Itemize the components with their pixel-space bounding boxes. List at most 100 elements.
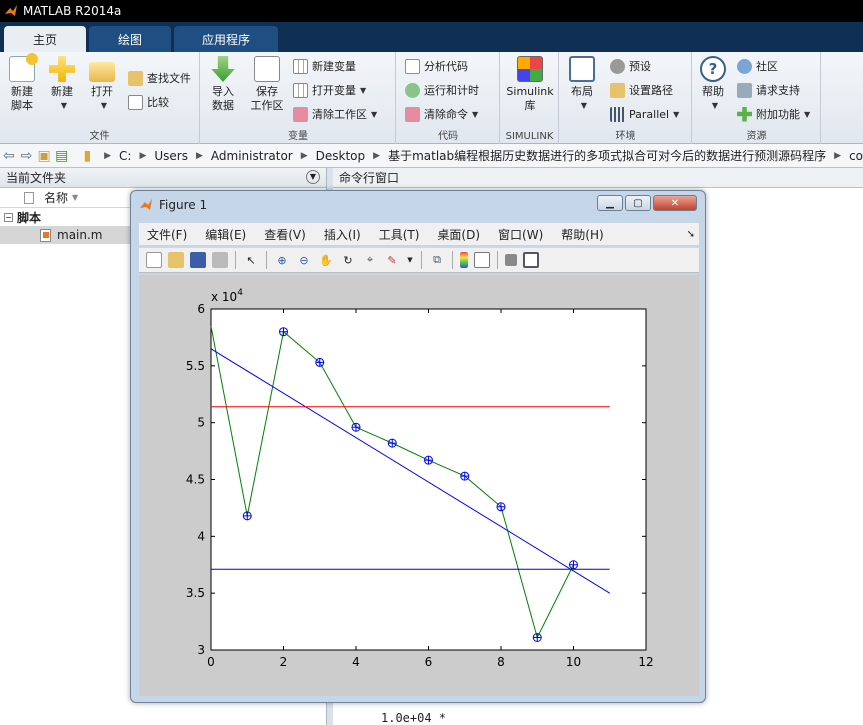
open-button[interactable]: 打开 ▼ (82, 56, 122, 113)
toolbar-divider (452, 251, 453, 269)
open-variable-button[interactable]: 打开变量 ▼ (293, 80, 366, 100)
menu-help[interactable]: 帮助(H) (561, 226, 603, 243)
parallel-button[interactable]: Parallel ▼ (610, 104, 679, 124)
plot-area[interactable]: 0 2 4 6 8 10 1233.544.555.56 x 104 (139, 275, 699, 696)
breadcrumb-item[interactable]: 基于matlab编程根据历史数据进行的多项式拟合可对今后的数据进行预测源码程序 (388, 147, 826, 164)
breadcrumb-item[interactable]: co (849, 149, 863, 163)
y-axis-exponent-label: x 104 (211, 288, 243, 304)
breadcrumb-item[interactable]: Administrator (211, 149, 293, 163)
simulink-library-button[interactable]: Simulink 库 (503, 56, 557, 113)
chevron-down-icon: ▼ (472, 109, 479, 119)
y-tick-label: 5 (197, 416, 205, 430)
new-variable-button[interactable]: 新建变量 (293, 56, 356, 76)
colorbar-icon[interactable] (460, 252, 468, 268)
y-tick-label: 3 (197, 643, 205, 657)
new-figure-icon[interactable] (146, 252, 162, 268)
breadcrumb-item[interactable]: Desktop (316, 149, 366, 163)
zoom-out-icon[interactable]: ⊖ (296, 252, 312, 268)
forward-arrow-icon[interactable]: ⇨ (18, 148, 36, 164)
toolbar-divider (235, 251, 236, 269)
request-support-button[interactable]: 请求支持 (737, 80, 800, 100)
chevron-right-icon: ▶ (139, 150, 147, 161)
up-folder-icon[interactable]: ▣ (35, 148, 53, 164)
menu-view[interactable]: 查看(V) (264, 226, 306, 243)
group-variable-label: 变量 (288, 131, 308, 142)
compare-label: 比较 (147, 96, 169, 109)
preferences-button[interactable]: 预设 (610, 56, 651, 76)
save-workspace-button[interactable]: 保存 工作区 (245, 56, 289, 113)
current-folder-title-bar: 当前文件夹 ▼ (0, 168, 326, 188)
menu-edit[interactable]: 编辑(E) (205, 226, 246, 243)
x-tick-label: 0 (207, 655, 215, 669)
browse-folder-icon[interactable]: ▤ (53, 148, 71, 164)
rotate-3d-icon[interactable]: ↻ (340, 252, 356, 268)
menu-tools[interactable]: 工具(T) (379, 226, 420, 243)
community-icon (737, 58, 752, 74)
collapse-icon[interactable]: − (4, 212, 13, 222)
app-title: MATLAB R2014a (23, 4, 122, 18)
breadcrumb-item[interactable]: C: (119, 149, 131, 163)
menu-file[interactable]: 文件(F) (147, 226, 187, 243)
folder-icon (89, 62, 115, 82)
data-point-marker (279, 327, 288, 337)
grid-icon (293, 82, 308, 98)
group-file: 新建 脚本 新建 ▼ 打开 ▼ 查找文件 比较 文件 (0, 52, 200, 144)
menu-desktop[interactable]: 桌面(D) (437, 226, 480, 243)
import-label: 导入 数据 (212, 85, 234, 112)
chevron-down-icon: ▼ (580, 101, 588, 110)
axes-box[interactable] (210, 308, 647, 651)
clear-commands-button[interactable]: 清除命令 ▼ (405, 104, 478, 124)
brush-icon[interactable]: ✎ (384, 252, 400, 268)
show-plot-tools-icon[interactable] (523, 252, 539, 268)
close-button[interactable]: ✕ (653, 195, 697, 211)
back-arrow-icon[interactable]: ⇦ (0, 148, 18, 164)
minimize-button[interactable]: ▁ (597, 195, 623, 211)
clear-workspace-label: 清除工作区 (312, 108, 367, 121)
link-plot-icon[interactable]: ⧉ (429, 252, 445, 268)
matlab-logo-icon (5, 5, 17, 16)
close-icon: ✕ (670, 197, 680, 209)
figure-canvas[interactable]: 0 2 4 6 8 10 12 3 3.5 4 4.5 5 5.5 6 x 104 (139, 275, 699, 696)
menu-window[interactable]: 窗口(W) (498, 226, 543, 243)
import-data-button[interactable]: 导入 数据 (203, 56, 243, 113)
chevron-down-icon: ▼ (371, 109, 378, 119)
zoom-in-icon[interactable]: ⊕ (274, 252, 290, 268)
compare-button[interactable]: 比较 (128, 92, 169, 112)
pan-hand-icon[interactable]: ✋ (318, 252, 334, 268)
hide-plot-tools-icon[interactable] (505, 254, 517, 266)
data-point-marker (569, 560, 578, 570)
figure-window[interactable]: Figure 1 ▁ ▢ ✕ 文件(F) 编辑(E) 查看(V) 插入(I) 工… (130, 190, 706, 703)
layout-button[interactable]: 布局 ▼ (562, 56, 602, 113)
pointer-icon[interactable]: ↖ (243, 252, 259, 268)
analyze-code-button[interactable]: 分析代码 (405, 56, 468, 76)
legend-icon[interactable] (474, 252, 490, 268)
chevron-right-icon: ▶ (373, 150, 381, 161)
tab-plots[interactable]: 绘图 (89, 26, 171, 52)
data-cursor-icon[interactable]: ⌖ (362, 252, 378, 268)
help-button[interactable]: ? 帮助 ▼ (693, 56, 733, 113)
data-point-marker (387, 438, 397, 448)
breadcrumb-item[interactable]: Users (154, 149, 188, 163)
addons-button[interactable]: 附加功能 ▼ (737, 104, 810, 124)
group-simulink: Simulink 库 SIMULINK (501, 52, 559, 144)
open-file-icon[interactable] (168, 252, 184, 268)
dock-arrow-icon[interactable]: ➘ (687, 229, 695, 240)
data-point-marker (532, 632, 542, 642)
set-path-button[interactable]: 设置路径 (610, 80, 673, 100)
print-icon[interactable] (212, 252, 228, 268)
chevron-down-icon: ▼ (711, 101, 719, 110)
panel-menu-icon[interactable]: ▼ (306, 170, 320, 184)
find-files-button[interactable]: 查找文件 (128, 68, 191, 88)
new-button[interactable]: 新建 ▼ (42, 56, 82, 113)
run-time-button[interactable]: 运行和计时 (405, 80, 479, 100)
menu-insert[interactable]: 插入(I) (324, 226, 361, 243)
chevron-down-icon[interactable]: ▼ (406, 252, 414, 268)
new-script-button[interactable]: 新建 脚本 (2, 53, 42, 113)
tab-apps[interactable]: 应用程序 (174, 26, 278, 52)
community-button[interactable]: 社区 (737, 56, 778, 76)
tab-home[interactable]: 主页 (4, 26, 86, 52)
clear-workspace-button[interactable]: 清除工作区 ▼ (293, 104, 377, 124)
save-icon[interactable] (190, 252, 206, 268)
import-icon (211, 56, 235, 82)
maximize-button[interactable]: ▢ (625, 195, 651, 211)
